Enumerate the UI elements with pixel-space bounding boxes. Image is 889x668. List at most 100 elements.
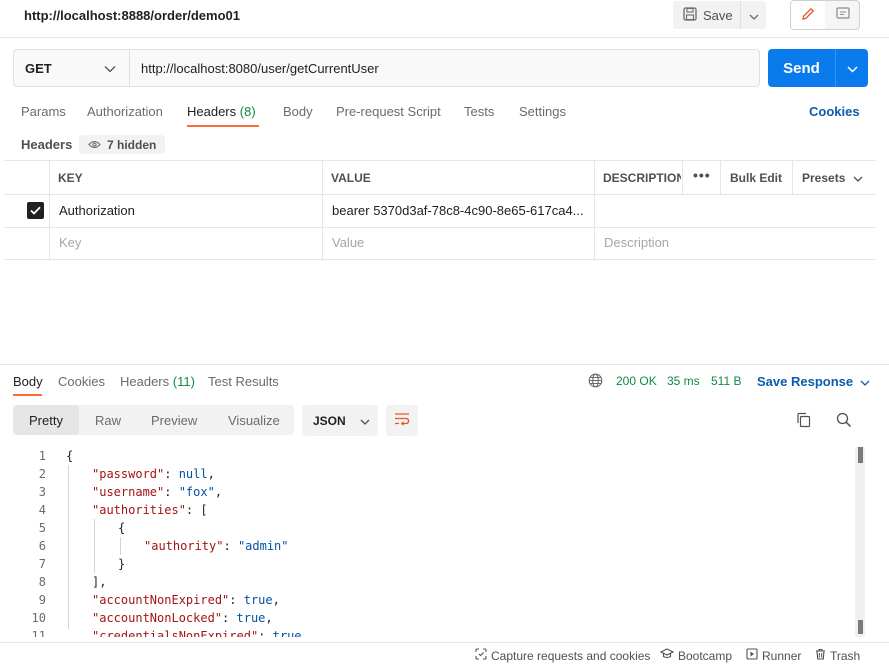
json-punct: ], [92, 575, 107, 589]
scrollbar-thumb[interactable] [858, 447, 863, 463]
response-divider[interactable] [0, 364, 889, 365]
indent-guide [94, 519, 95, 573]
line-number: 9 [38, 593, 46, 607]
code-line: "accountNonLocked": true, [92, 611, 273, 625]
save-label: Save [703, 7, 733, 23]
row-divider [4, 227, 876, 228]
code-line: } [118, 557, 125, 571]
tab-test-results[interactable]: Test Results [208, 374, 279, 389]
format-select[interactable]: JSON [302, 405, 378, 436]
save-button[interactable]: Save [673, 1, 741, 29]
comment-icon [835, 6, 851, 25]
wrap-lines-icon [394, 412, 410, 429]
format-label: JSON [313, 413, 346, 428]
json-key: "credentialsNonExpired" [92, 629, 259, 637]
active-tab-indicator [187, 125, 259, 127]
json-key: "authorities" [92, 503, 186, 517]
cookies-link[interactable]: Cookies [809, 104, 860, 119]
wrap-lines-button[interactable] [386, 405, 418, 436]
brace: } [118, 557, 126, 571]
code-line: "credentialsNonExpired": true [92, 629, 302, 637]
view-preview-button[interactable]: Preview [151, 405, 197, 435]
response-time[interactable]: 35 ms [667, 374, 700, 388]
brace: { [118, 521, 126, 535]
scrollbar-thumb[interactable] [858, 620, 863, 634]
url-input[interactable] [129, 49, 760, 87]
tab-settings[interactable]: Settings [519, 104, 566, 119]
tab-response-cookies[interactable]: Cookies [58, 374, 105, 389]
bulk-edit-button[interactable]: Bulk Edit [730, 171, 782, 185]
runner-button[interactable]: Runner [746, 648, 801, 663]
send-button[interactable]: Send [768, 49, 835, 87]
view-pretty-button[interactable]: Pretty [13, 405, 79, 435]
tab-body[interactable]: Body [283, 104, 313, 119]
runner-icon [746, 648, 758, 663]
header-key-cell[interactable]: Authorization [59, 203, 135, 218]
json-value: true [236, 611, 266, 625]
code-line: "accountNonExpired": true, [92, 593, 280, 607]
trash-button[interactable]: Trash [815, 648, 860, 663]
save-response-button[interactable]: Save Response [757, 374, 870, 389]
line-number: 8 [38, 575, 46, 589]
line-number: 2 [38, 467, 46, 481]
presets-dropdown[interactable]: Presets [802, 171, 863, 185]
indent-guide [120, 537, 121, 555]
json-value: true [243, 593, 273, 607]
code-line: "password": null, [92, 467, 215, 481]
line-number: 4 [38, 503, 46, 517]
response-size[interactable]: 511 B [711, 374, 741, 388]
view-visualize-button[interactable]: Visualize [228, 405, 280, 435]
code-line: { [66, 449, 73, 463]
column-divider [792, 161, 793, 194]
headers-section-label: Headers [21, 137, 73, 152]
bootcamp-button[interactable]: Bootcamp [659, 648, 733, 663]
column-divider [594, 161, 595, 261]
tab-params[interactable]: Params [21, 104, 66, 119]
new-value-input[interactable]: Value [332, 235, 364, 250]
copy-icon[interactable] [796, 412, 811, 431]
method-label: GET [25, 60, 52, 76]
tab-headers[interactable]: Headers (8) [187, 104, 256, 119]
tab-tests[interactable]: Tests [464, 104, 494, 119]
headers-table: KEY VALUE DESCRIPTION ••• Bulk Edit Pres… [4, 160, 876, 261]
header-enabled-checkbox[interactable] [27, 202, 44, 219]
capture-icon [475, 648, 487, 663]
more-options-icon[interactable]: ••• [693, 167, 711, 183]
scrollbar-track[interactable] [855, 447, 865, 637]
hidden-headers-toggle[interactable]: 7 hidden [79, 135, 166, 154]
search-icon[interactable] [836, 412, 852, 431]
view-raw-button[interactable]: Raw [95, 405, 121, 435]
active-tab-indicator [13, 394, 42, 396]
column-divider [720, 161, 721, 194]
new-description-input[interactable]: Description [604, 235, 669, 250]
code-line: "username": "fox", [92, 485, 223, 499]
tab-authorization[interactable]: Authorization [87, 104, 163, 119]
status-code[interactable]: 200 OK [616, 374, 657, 388]
capture-requests-button[interactable]: Capture requests and cookies [475, 648, 650, 663]
tab-response-body[interactable]: Body [13, 374, 43, 389]
save-dropdown-button[interactable] [740, 1, 766, 29]
tab-response-headers[interactable]: Headers (11) [120, 374, 195, 389]
new-key-input[interactable]: Key [59, 235, 81, 250]
tab-headers-label: Headers [187, 104, 237, 119]
column-header-value: VALUE [331, 171, 371, 185]
json-key: "accountNonLocked" [92, 611, 223, 625]
runner-label: Runner [762, 648, 802, 663]
tab-pre-request-script[interactable]: Pre-request Script [336, 104, 441, 119]
json-value: "admin" [237, 539, 289, 553]
response-body-editor[interactable]: 1 2 3 4 5 6 7 8 9 10 11 { "password": nu… [0, 447, 860, 637]
edit-mode-button[interactable] [791, 1, 825, 29]
presets-label: Presets [802, 171, 846, 185]
json-value: "fox" [178, 485, 215, 499]
documentation-mode-button[interactable] [826, 1, 859, 29]
column-divider [322, 161, 323, 261]
header-value-cell[interactable]: bearer 5370d3af-78c8-4c90-8e65-617ca4... [332, 203, 590, 218]
line-number: 11 [31, 629, 46, 637]
bootcamp-label: Bootcamp [678, 648, 733, 663]
globe-icon[interactable] [588, 373, 603, 391]
line-number: 5 [38, 521, 46, 535]
send-dropdown-button[interactable] [835, 49, 868, 87]
save-icon [683, 6, 697, 24]
tab-response-headers-count: (11) [172, 374, 195, 389]
eye-icon [88, 138, 101, 152]
